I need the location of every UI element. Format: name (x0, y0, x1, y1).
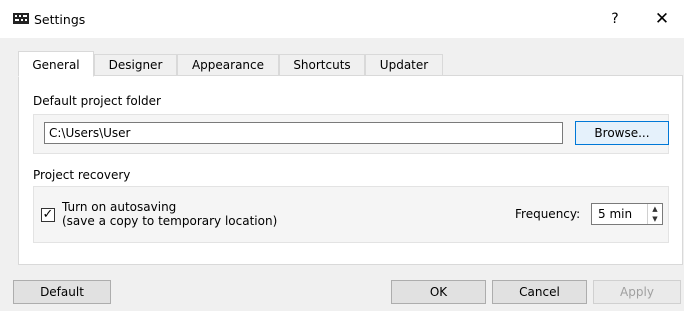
frequency-value[interactable]: 5 min (598, 206, 632, 222)
close-button[interactable]: ✕ (650, 8, 674, 30)
default-folder-label: Default project folder (33, 94, 161, 108)
chevron-up-icon[interactable]: ▲ (648, 204, 662, 214)
general-panel: Default project folder C:\Users\User Bro… (18, 75, 683, 265)
folder-group: C:\Users\User Browse... (33, 114, 669, 154)
tab-designer[interactable]: Designer (94, 54, 177, 75)
default-button[interactable]: Default (13, 280, 111, 304)
tab-appearance[interactable]: Appearance (177, 54, 279, 75)
spin-arrows: ▲ ▼ (647, 204, 662, 224)
ok-button[interactable]: OK (391, 280, 486, 304)
folder-path-input[interactable]: C:\Users\User (44, 122, 563, 144)
project-recovery-label: Project recovery (33, 168, 131, 182)
autosave-checkbox[interactable]: ✓ (41, 208, 55, 222)
app-logo-icon (13, 13, 29, 24)
autosave-sublabel: (save a copy to temporary location) (62, 214, 278, 228)
frequency-spinbox[interactable]: 5 min ▲ ▼ (591, 203, 663, 225)
autosave-label: Turn on autosaving (62, 200, 177, 214)
title-bar: Settings ? ✕ (0, 0, 684, 38)
tab-general[interactable]: General (18, 51, 94, 77)
cancel-button[interactable]: Cancel (492, 280, 587, 304)
tab-shortcuts[interactable]: Shortcuts (279, 54, 365, 75)
window-title: Settings (34, 12, 86, 27)
chevron-down-icon[interactable]: ▼ (648, 214, 662, 224)
apply-button[interactable]: Apply (593, 280, 681, 304)
browse-button[interactable]: Browse... (575, 121, 669, 145)
frequency-label: Frequency: (515, 207, 581, 221)
recovery-group: ✓ Turn on autosaving (save a copy to tem… (33, 186, 669, 243)
tab-updater[interactable]: Updater (365, 54, 443, 75)
help-button[interactable]: ? (603, 8, 627, 30)
